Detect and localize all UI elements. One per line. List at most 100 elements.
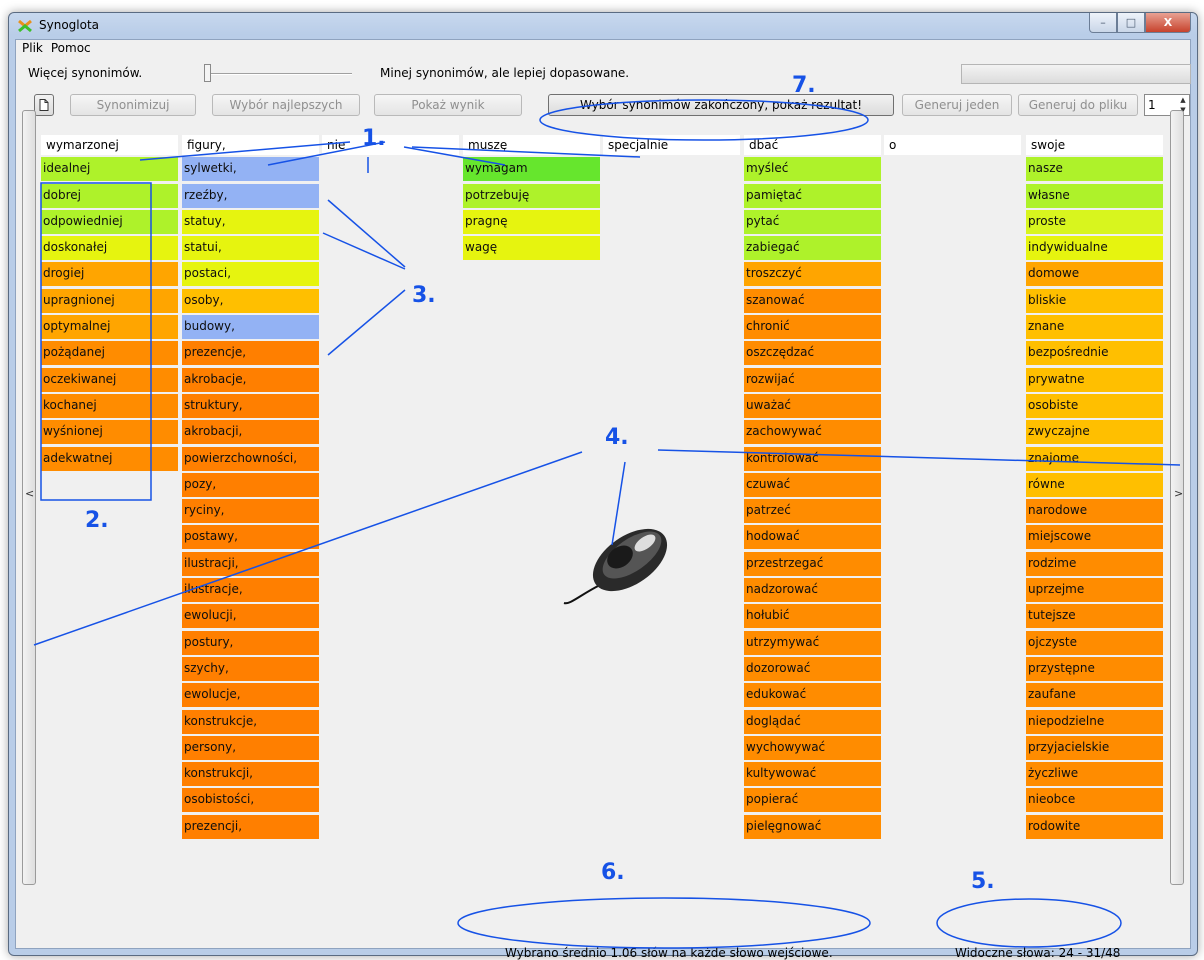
synonym-cell[interactable]: kontrolować bbox=[744, 446, 881, 471]
synonym-cell[interactable]: kultywować bbox=[744, 762, 881, 787]
synonym-cell[interactable]: patrzeć bbox=[744, 499, 881, 524]
synonym-cell[interactable]: rodowite bbox=[1026, 814, 1163, 839]
synonym-cell[interactable]: rozwijać bbox=[744, 367, 881, 392]
synonym-cell[interactable]: szychy, bbox=[182, 656, 319, 681]
synonym-cell[interactable]: równe bbox=[1026, 472, 1163, 497]
synonym-cell[interactable]: ilustracji, bbox=[182, 551, 319, 576]
synonym-cell[interactable]: bezpośrednie bbox=[1026, 341, 1163, 366]
show-result-button[interactable]: Pokaż wynik bbox=[374, 94, 522, 116]
synonym-cell[interactable]: uprzejme bbox=[1026, 578, 1163, 603]
synonym-cell[interactable]: upragnionej bbox=[41, 288, 178, 313]
synonym-cell[interactable]: edukować bbox=[744, 683, 881, 708]
generate-to-file-button[interactable]: Generuj do pliku bbox=[1018, 94, 1138, 116]
synonym-cell[interactable]: adekwatnej bbox=[41, 446, 178, 471]
synonym-cell[interactable]: dobrej bbox=[41, 183, 178, 208]
synonym-cell[interactable]: hołubić bbox=[744, 604, 881, 629]
synonym-cell[interactable]: uważać bbox=[744, 393, 881, 418]
synonym-cell[interactable]: domowe bbox=[1026, 262, 1163, 287]
synonym-cell[interactable]: optymalnej bbox=[41, 315, 178, 340]
synonym-cell[interactable]: prezencji, bbox=[182, 814, 319, 839]
synonym-cell[interactable]: wymagam bbox=[463, 157, 600, 182]
synonym-cell[interactable]: przestrzegać bbox=[744, 551, 881, 576]
synonym-cell[interactable]: narodowe bbox=[1026, 499, 1163, 524]
synonym-cell[interactable]: akrobacji, bbox=[182, 420, 319, 445]
synonym-cell[interactable]: ewolucji, bbox=[182, 604, 319, 629]
synonym-cell[interactable]: sylwetki, bbox=[182, 157, 319, 182]
synonym-cell[interactable]: niepodzielne bbox=[1026, 709, 1163, 734]
synonym-cell[interactable]: wagę bbox=[463, 236, 600, 261]
new-document-button[interactable] bbox=[34, 94, 54, 116]
synonym-cell[interactable]: ryciny, bbox=[182, 499, 319, 524]
slider-handle[interactable] bbox=[204, 64, 211, 82]
synonym-cell[interactable]: postaci, bbox=[182, 262, 319, 287]
synonym-cell[interactable]: chronić bbox=[744, 315, 881, 340]
synonym-cell[interactable]: doglądać bbox=[744, 709, 881, 734]
synonym-cell[interactable]: indywidualne bbox=[1026, 236, 1163, 261]
synonym-cell[interactable]: postury, bbox=[182, 630, 319, 655]
synonym-cell[interactable]: prywatne bbox=[1026, 367, 1163, 392]
synonym-cell[interactable]: osobiste bbox=[1026, 393, 1163, 418]
synonym-cell[interactable]: struktury, bbox=[182, 393, 319, 418]
synonym-cell[interactable]: zachowywać bbox=[744, 420, 881, 445]
scroll-right-button[interactable]: > bbox=[1170, 110, 1184, 885]
synonym-cell[interactable]: wyśnionej bbox=[41, 420, 178, 445]
synonym-cell[interactable]: nasze bbox=[1026, 157, 1163, 182]
synonym-cell[interactable]: doskonałej bbox=[41, 236, 178, 261]
synonym-cell[interactable]: osobistości, bbox=[182, 788, 319, 813]
synonym-cell[interactable]: zabiegać bbox=[744, 236, 881, 261]
synonym-cell[interactable]: popierać bbox=[744, 788, 881, 813]
best-choice-button[interactable]: Wybór najlepszych bbox=[212, 94, 360, 116]
synonym-cell[interactable]: znajome bbox=[1026, 446, 1163, 471]
generate-one-button[interactable]: Generuj jeden bbox=[902, 94, 1012, 116]
synonym-cell[interactable]: hodować bbox=[744, 525, 881, 550]
scroll-left-button[interactable]: < bbox=[22, 110, 36, 885]
synonym-cell[interactable]: nieobce bbox=[1026, 788, 1163, 813]
menu-pomoc[interactable]: Pomoc bbox=[49, 40, 97, 58]
synonym-cell[interactable]: pozy, bbox=[182, 472, 319, 497]
synonym-cell[interactable]: bliskie bbox=[1026, 288, 1163, 313]
synonym-cell[interactable]: dozorować bbox=[744, 656, 881, 681]
synonym-cell[interactable]: przyjacielskie bbox=[1026, 735, 1163, 760]
synonym-cell[interactable]: odpowiedniej bbox=[41, 209, 178, 234]
synonym-cell[interactable]: zwyczajne bbox=[1026, 420, 1163, 445]
synonym-cell[interactable]: konstrukcje, bbox=[182, 709, 319, 734]
synonym-cell[interactable]: oczekiwanej bbox=[41, 367, 178, 392]
synonym-cell[interactable]: pragnę bbox=[463, 209, 600, 234]
synonym-cell[interactable]: zaufane bbox=[1026, 683, 1163, 708]
close-button[interactable]: X bbox=[1145, 13, 1191, 33]
synonym-cell[interactable]: życzliwe bbox=[1026, 762, 1163, 787]
synonym-cell[interactable]: wychowywać bbox=[744, 735, 881, 760]
synonym-cell[interactable]: pożądanej bbox=[41, 341, 178, 366]
synonym-cell[interactable]: persony, bbox=[182, 735, 319, 760]
synonym-cell[interactable]: akrobacje, bbox=[182, 367, 319, 392]
synonym-cell[interactable]: rzeźby, bbox=[182, 183, 319, 208]
synonym-cell[interactable]: prezencje, bbox=[182, 341, 319, 366]
maximize-button[interactable]: □ bbox=[1117, 13, 1145, 33]
synonym-cell[interactable]: statuy, bbox=[182, 209, 319, 234]
synonym-cell[interactable]: konstrukcji, bbox=[182, 762, 319, 787]
synonym-cell[interactable]: idealnej bbox=[41, 157, 178, 182]
synonym-cell[interactable]: ewolucje, bbox=[182, 683, 319, 708]
synonym-cell[interactable]: drogiej bbox=[41, 262, 178, 287]
synonym-cell[interactable]: pytać bbox=[744, 209, 881, 234]
synonym-cell[interactable]: potrzebuję bbox=[463, 183, 600, 208]
synonym-cell[interactable]: oszczędzać bbox=[744, 341, 881, 366]
minimize-button[interactable]: – bbox=[1089, 13, 1117, 33]
synonym-cell[interactable]: postawy, bbox=[182, 525, 319, 550]
synonym-cell[interactable]: statui, bbox=[182, 236, 319, 261]
synonym-cell[interactable]: powierzchowności, bbox=[182, 446, 319, 471]
synonym-cell[interactable]: szanować bbox=[744, 288, 881, 313]
synonym-cell[interactable]: ojczyste bbox=[1026, 630, 1163, 655]
menu-plik[interactable]: Plik bbox=[16, 40, 49, 58]
synonym-cell[interactable]: przystępne bbox=[1026, 656, 1163, 681]
synonym-cell[interactable]: miejscowe bbox=[1026, 525, 1163, 550]
show-final-result-button[interactable]: Wybór synonimów zakończony, pokaż rezult… bbox=[548, 94, 894, 116]
synonym-cell[interactable]: troszczyć bbox=[744, 262, 881, 287]
synonym-cell[interactable]: tutejsze bbox=[1026, 604, 1163, 629]
synonym-cell[interactable]: własne bbox=[1026, 183, 1163, 208]
synonym-cell[interactable]: budowy, bbox=[182, 315, 319, 340]
synonym-cell[interactable]: pielęgnować bbox=[744, 814, 881, 839]
synonym-cell[interactable]: myśleć bbox=[744, 157, 881, 182]
synonym-cell[interactable]: osoby, bbox=[182, 288, 319, 313]
synonym-cell[interactable]: pamiętać bbox=[744, 183, 881, 208]
